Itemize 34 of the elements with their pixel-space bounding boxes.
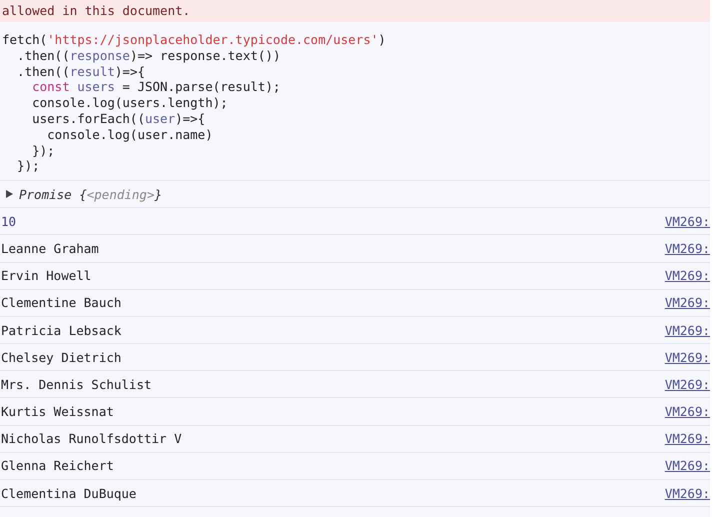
log-message: Clementine Bauch bbox=[1, 295, 122, 310]
source-link[interactable]: VM269: bbox=[664, 268, 710, 284]
log-message: Glenna Reichert bbox=[1, 458, 114, 474]
code-line: }); bbox=[16, 158, 41, 174]
log-message: Kurtis Weissnat bbox=[1, 404, 114, 420]
log-message: 10 bbox=[1, 214, 16, 229]
source-link[interactable]: VM269: bbox=[664, 240, 710, 256]
source-link[interactable]: VM269: bbox=[664, 404, 710, 420]
source-link[interactable]: VM269: bbox=[664, 458, 710, 474]
log-message: Nicholas Runolfsdottir V bbox=[1, 431, 182, 446]
code-line: .then((result)=>{ bbox=[16, 64, 146, 80]
code-line: console.log(users.length); bbox=[31, 95, 229, 111]
source-link[interactable]: VM269: bbox=[664, 322, 710, 338]
log-message: Chelsey Dietrich bbox=[1, 350, 122, 365]
log-message: Patricia Lebsack bbox=[1, 322, 122, 338]
log-message: Mrs. Dennis Schulist bbox=[1, 376, 152, 392]
source-link[interactable]: VM269: bbox=[664, 350, 710, 365]
log-message: Clementina DuBuque bbox=[1, 486, 136, 501]
code-line: const users = JSON.parse(result); bbox=[31, 79, 282, 96]
source-link[interactable]: VM269: bbox=[664, 486, 710, 501]
source-link[interactable]: VM269: bbox=[664, 376, 710, 392]
code-line: }); bbox=[31, 142, 56, 158]
source-link[interactable]: VM269: bbox=[664, 295, 710, 310]
log-message: Ervin Howell bbox=[1, 268, 92, 284]
code-line: .then((response)=> response.text()) bbox=[16, 48, 282, 64]
expand-triangle-icon[interactable] bbox=[6, 190, 13, 198]
source-link[interactable]: VM269: bbox=[664, 214, 710, 229]
code-line: users.forEach((user)=>{ bbox=[31, 110, 206, 127]
code-line: fetch('https://jsonplaceholder.typicode.com/users') bbox=[2, 32, 387, 48]
promise-result[interactable]: Promise {<pending>} bbox=[19, 186, 162, 202]
error-message: allowed in this document. bbox=[2, 3, 190, 18]
source-link[interactable]: VM269: bbox=[664, 431, 710, 446]
code-line: console.log(user.name) bbox=[46, 126, 214, 143]
log-message: Leanne Graham bbox=[1, 240, 99, 256]
